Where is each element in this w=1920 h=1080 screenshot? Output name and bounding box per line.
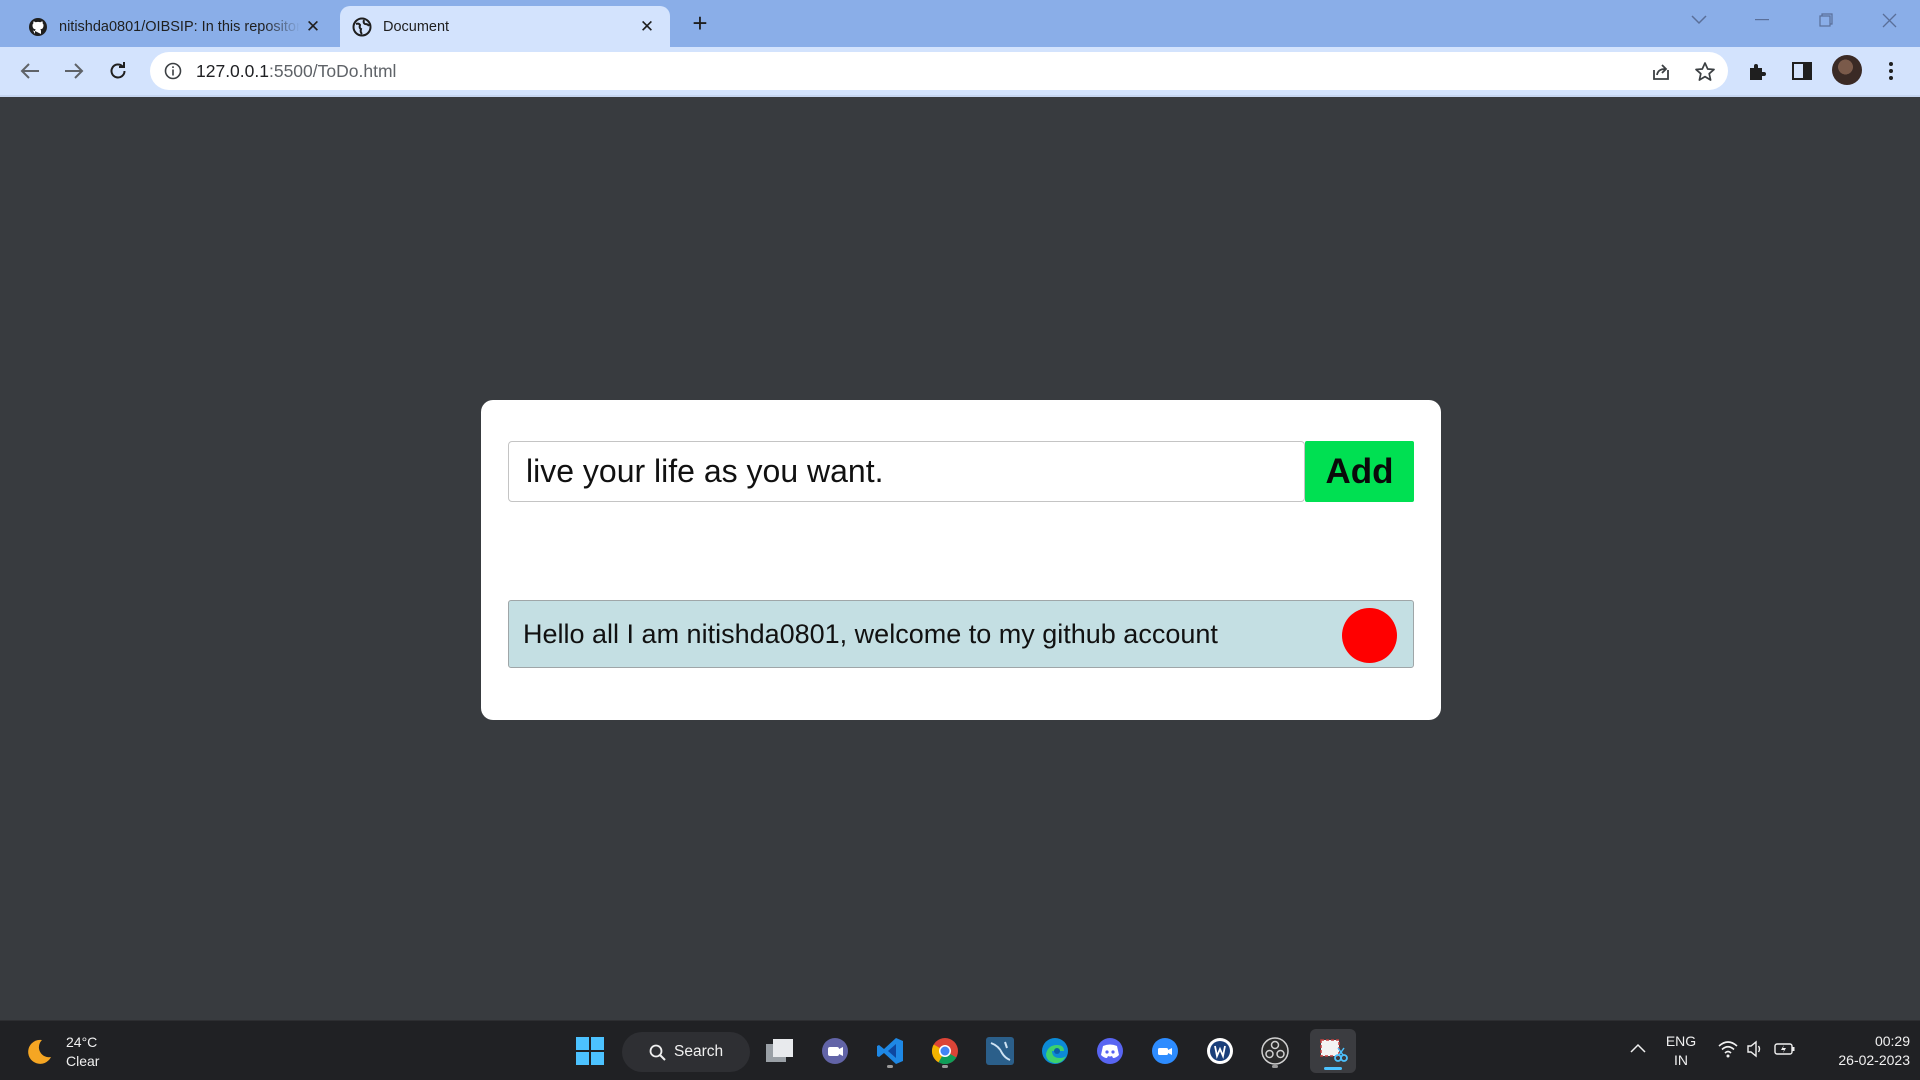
- task-view-button[interactable]: [760, 1031, 800, 1071]
- browser-toolbar: 127.0.0.1:5500/ToDo.html: [0, 47, 1920, 95]
- reload-button[interactable]: [104, 57, 132, 85]
- discord-icon: [1097, 1038, 1123, 1064]
- weather-condition: Clear: [66, 1053, 100, 1069]
- snipping-tool-button[interactable]: [1310, 1029, 1356, 1073]
- wifi-icon[interactable]: [1718, 1040, 1738, 1058]
- mysql-workbench-button[interactable]: [980, 1031, 1020, 1071]
- url-text: 127.0.0.1:5500/ToDo.html: [196, 61, 396, 82]
- tab-title: nitishda0801/OIBSIP: In this repository: [59, 18, 300, 35]
- teams-button[interactable]: [815, 1031, 855, 1071]
- close-window-icon[interactable]: [1871, 6, 1907, 34]
- battery-icon[interactable]: [1774, 1041, 1796, 1057]
- start-button[interactable]: [570, 1031, 610, 1071]
- tab-strip: nitishda0801/OIBSIP: In this repository …: [0, 0, 1920, 47]
- forward-button[interactable]: [60, 57, 88, 85]
- globe-icon: [352, 17, 372, 36]
- vscode-button[interactable]: [870, 1031, 910, 1071]
- edge-button[interactable]: [1035, 1031, 1075, 1071]
- windows-start-icon: [576, 1037, 604, 1065]
- taskbar: 24°C Clear Search ENG IN 00:29 26-02-202…: [0, 1020, 1920, 1080]
- mysql-workbench-icon: [986, 1037, 1014, 1065]
- running-indicator: [1272, 1065, 1278, 1068]
- search-label: Search: [674, 1043, 724, 1060]
- language-indicator[interactable]: ENG IN: [1660, 1032, 1702, 1070]
- close-tab-icon[interactable]: ✕: [634, 14, 660, 40]
- chrome-button[interactable]: [925, 1031, 965, 1071]
- todo-item[interactable]: Hello all I am nitishda0801, welcome to …: [508, 600, 1414, 668]
- task-input[interactable]: [508, 441, 1305, 502]
- volume-icon[interactable]: [1746, 1040, 1764, 1058]
- moon-icon: [28, 1039, 51, 1064]
- tab-title: Document: [383, 18, 450, 35]
- site-info-icon[interactable]: [164, 62, 182, 80]
- taskbar-search[interactable]: Search: [622, 1032, 750, 1072]
- task-view-icon: [766, 1039, 793, 1062]
- url-host: 127.0.0.1: [196, 61, 269, 81]
- delete-todo-button[interactable]: [1342, 608, 1397, 663]
- weather-temp: 24°C: [66, 1034, 98, 1050]
- bookmark-star-icon[interactable]: [1694, 61, 1716, 83]
- toolbar-divider: [0, 95, 1920, 97]
- clock-time: 00:29: [1874, 1033, 1910, 1049]
- address-bar[interactable]: 127.0.0.1:5500/ToDo.html: [150, 52, 1728, 90]
- restore-icon[interactable]: [1808, 6, 1844, 34]
- search-icon: [649, 1044, 666, 1061]
- minimize-icon[interactable]: [1744, 6, 1780, 34]
- side-panel-icon[interactable]: [1790, 59, 1814, 83]
- clock-date: 26-02-2023: [1838, 1052, 1910, 1068]
- close-tab-icon[interactable]: ✕: [300, 14, 326, 40]
- weather-text: 24°C Clear: [66, 1033, 99, 1071]
- obs-button[interactable]: [1255, 1031, 1295, 1071]
- url-path: :5500/ToDo.html: [268, 61, 397, 81]
- todo-card: Add Hello all I am nitishda0801, welcome…: [481, 400, 1441, 720]
- zoom-button[interactable]: [1145, 1031, 1185, 1071]
- clock[interactable]: 00:29 26-02-2023: [1810, 1032, 1910, 1070]
- new-tab-button[interactable]: +: [686, 10, 714, 38]
- snipping-tool-icon: [1320, 1039, 1348, 1062]
- word-button[interactable]: [1200, 1031, 1240, 1071]
- obs-icon: [1261, 1037, 1289, 1065]
- active-indicator: [1324, 1067, 1342, 1070]
- tab-document[interactable]: Document ✕: [340, 6, 670, 47]
- add-button[interactable]: Add: [1305, 441, 1414, 502]
- word-icon: [1207, 1038, 1233, 1064]
- tab-github[interactable]: nitishda0801/OIBSIP: In this repository …: [16, 6, 336, 47]
- back-button[interactable]: [16, 57, 44, 85]
- edge-icon: [1042, 1038, 1068, 1064]
- todo-item-text: Hello all I am nitishda0801, welcome to …: [523, 619, 1218, 649]
- profile-avatar[interactable]: [1832, 55, 1862, 85]
- discord-button[interactable]: [1090, 1031, 1130, 1071]
- running-indicator: [887, 1065, 893, 1068]
- menu-kebab-icon[interactable]: [1879, 59, 1903, 83]
- running-indicator: [942, 1065, 948, 1068]
- share-icon[interactable]: [1650, 61, 1672, 83]
- language-line-1: ENG: [1665, 1033, 1697, 1049]
- language-line-2: IN: [1674, 1052, 1688, 1068]
- vscode-icon: [877, 1038, 903, 1064]
- weather-widget[interactable]: 24°C Clear: [24, 1033, 99, 1071]
- teams-icon: [822, 1038, 848, 1064]
- chrome-icon: [931, 1038, 958, 1065]
- chevron-up-icon[interactable]: [1630, 1043, 1646, 1053]
- extensions-icon[interactable]: [1746, 59, 1770, 83]
- github-icon: [29, 17, 47, 36]
- tab-search-chevron-icon[interactable]: [1681, 6, 1717, 34]
- zoom-icon: [1152, 1038, 1178, 1064]
